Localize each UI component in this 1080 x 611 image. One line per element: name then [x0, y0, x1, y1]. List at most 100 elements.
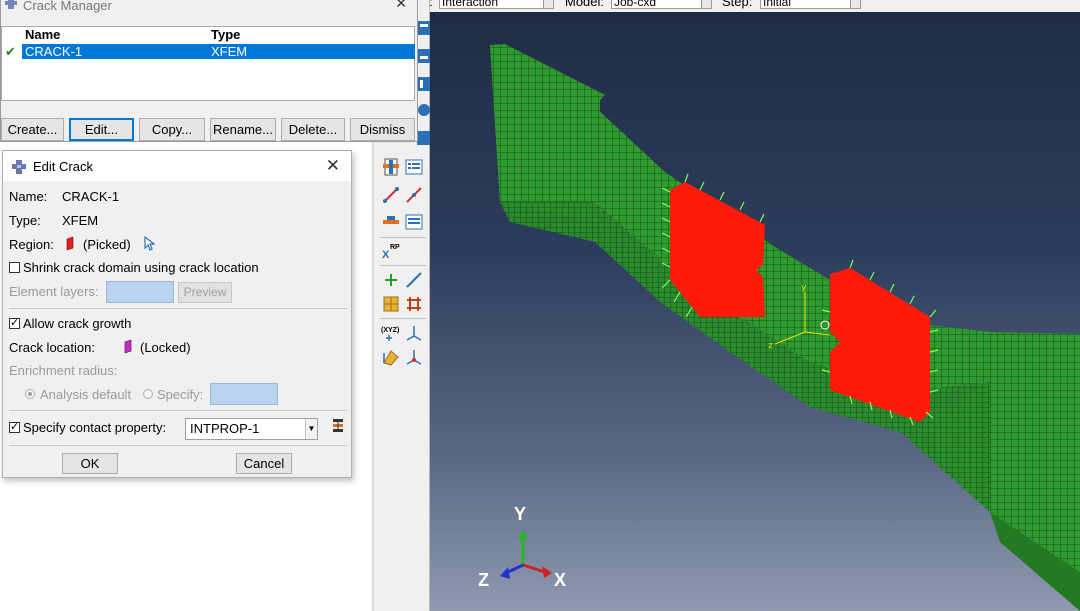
model-combo-arrow[interactable]: [701, 0, 712, 9]
close-icon[interactable]: ✕: [326, 156, 340, 176]
crack-name-cell: CRACK-1: [25, 44, 83, 59]
column-header-type: Type: [211, 27, 241, 42]
constraint-icon[interactable]: [381, 185, 401, 205]
datum-plane-icon[interactable]: [381, 347, 401, 367]
csys-rotate-icon[interactable]: [404, 347, 424, 367]
allow-crack-growth-checkbox[interactable]: [9, 316, 20, 329]
cursor-arrow-icon[interactable]: [143, 236, 155, 251]
viewport[interactable]: y z Y X Z: [430, 12, 1080, 611]
type-value: XFEM: [62, 213, 99, 228]
triad-y-label: Y: [514, 504, 527, 524]
partition-cell-icon[interactable]: [381, 294, 401, 314]
global-triad: [500, 530, 552, 579]
constraint-manager-icon[interactable]: [404, 185, 424, 205]
toolbox-separator: [380, 265, 426, 266]
region-icon: [66, 236, 74, 251]
connector-list-icon[interactable]: [404, 212, 424, 232]
crack-location-icon: [124, 339, 132, 354]
section-divider: [9, 445, 347, 446]
abaqus-app-icon: [12, 160, 26, 174]
step-combo[interactable]: Initial: [760, 0, 858, 9]
name-label: Name:: [9, 189, 48, 204]
allow-crack-growth-label: Allow crack growth: [23, 316, 132, 331]
contact-property-manager-icon[interactable]: [330, 417, 346, 433]
crack-type-cell: XFEM: [211, 44, 248, 59]
model-label: Model:: [565, 0, 605, 9]
crack-table: Name Type ✔ CRACK-1 XFEM: [1, 26, 415, 101]
context-bar: le: Interaction Model: Job-cxd Step: Ini…: [415, 0, 1080, 10]
module-combo[interactable]: Interaction: [439, 0, 554, 9]
edit-crack-title: Edit Crack: [33, 159, 93, 174]
close-icon[interactable]: ✕: [395, 0, 407, 12]
step-label: Step:: [722, 0, 753, 9]
module-value: Interaction: [442, 0, 499, 9]
specify-contact-checkbox[interactable]: [9, 420, 20, 433]
datum-csys-icon[interactable]: (XYZ): [381, 323, 401, 343]
contact-property-select[interactable]: INTPROP-1 ▼: [185, 418, 318, 440]
edit-crack-dialog: Edit Crack ✕ Name: CRACK-1 Type: XFEM Re…: [2, 150, 352, 478]
svg-text:(XYZ): (XYZ): [381, 327, 399, 334]
dismiss-button[interactable]: Dismiss: [350, 118, 415, 141]
column-header-name: Name: [25, 27, 61, 42]
contact-property-value: INTPROP-1: [190, 421, 260, 436]
section-divider: [9, 308, 347, 309]
type-label: Type:: [9, 213, 41, 228]
crack-manager-title: Crack Manager: [23, 0, 112, 13]
abaqus-app-icon: [5, 0, 17, 9]
specify-contact-label: Specify contact property:: [23, 420, 167, 435]
edit-button[interactable]: Edit...: [69, 118, 134, 141]
crack-region-left: [670, 182, 765, 317]
specify-radius-label: Specify:: [157, 387, 204, 402]
toolbox-separator: [380, 237, 426, 238]
triad-x-label: X: [554, 570, 567, 590]
step-combo-arrow[interactable]: [850, 0, 861, 9]
model-value: Job-cxd: [614, 0, 657, 9]
connector-icon[interactable]: [381, 212, 401, 232]
shrink-crack-label: Shrink crack domain using crack location: [23, 260, 259, 275]
specify-radius-radio[interactable]: [143, 389, 153, 399]
shrink-crack-checkbox[interactable]: [9, 262, 20, 273]
step-value: Initial: [763, 0, 792, 9]
enrichment-radius-label: Enrichment radius:: [9, 363, 118, 378]
crack-location-value: (Locked): [140, 340, 191, 355]
create-button[interactable]: Create...: [1, 118, 64, 141]
preview-button[interactable]: Preview: [178, 282, 232, 303]
name-value: CRACK-1: [62, 189, 120, 204]
datum-axis-icon[interactable]: [404, 270, 424, 290]
crack-manager-dialog: Crack Manager ✕ Name Type ✔ CRACK-1 XFEM…: [0, 0, 418, 142]
rename-button[interactable]: Rename...: [210, 118, 276, 141]
marker-y-label: y: [801, 283, 807, 293]
model-combo[interactable]: Job-cxd: [611, 0, 709, 9]
specify-radius-input[interactable]: [210, 383, 278, 405]
region-label: Region:: [9, 237, 54, 252]
csys-triad-icon[interactable]: [404, 323, 424, 343]
interaction-manager-icon[interactable]: [381, 157, 401, 177]
analysis-default-label: Analysis default: [40, 387, 132, 402]
active-check-icon: ✔: [5, 44, 16, 59]
cancel-button[interactable]: Cancel: [236, 453, 292, 474]
interaction-list-icon[interactable]: [404, 157, 424, 177]
delete-button[interactable]: Delete...: [281, 118, 345, 141]
crack-manager-titlebar[interactable]: Crack Manager ✕: [1, 0, 417, 13]
model-mesh: y z: [490, 44, 1080, 611]
datum-point-icon[interactable]: [381, 270, 401, 290]
ok-button[interactable]: OK: [62, 453, 118, 474]
reference-point-icon[interactable]: XRP: [381, 241, 401, 261]
module-combo-arrow[interactable]: [543, 0, 554, 9]
element-layers-label: Element layers:: [9, 284, 99, 299]
chevron-down-icon[interactable]: ▼: [305, 419, 317, 439]
svg-text:X: X: [382, 249, 390, 261]
partition-face-icon[interactable]: [404, 294, 424, 314]
triad-z-label: Z: [478, 570, 489, 590]
edit-crack-titlebar[interactable]: Edit Crack ✕: [3, 151, 351, 181]
copy-button[interactable]: Copy...: [139, 118, 205, 141]
table-row[interactable]: CRACK-1 XFEM: [22, 44, 415, 59]
element-layers-input[interactable]: [106, 281, 174, 303]
analysis-default-radio[interactable]: [25, 389, 35, 399]
section-divider: [9, 410, 347, 411]
crack-location-label: Crack location:: [9, 340, 95, 355]
marker-z-label: z: [768, 341, 773, 351]
region-value: (Picked): [83, 237, 131, 252]
table-header: Name Type: [22, 27, 415, 43]
svg-text:RP: RP: [390, 244, 400, 251]
